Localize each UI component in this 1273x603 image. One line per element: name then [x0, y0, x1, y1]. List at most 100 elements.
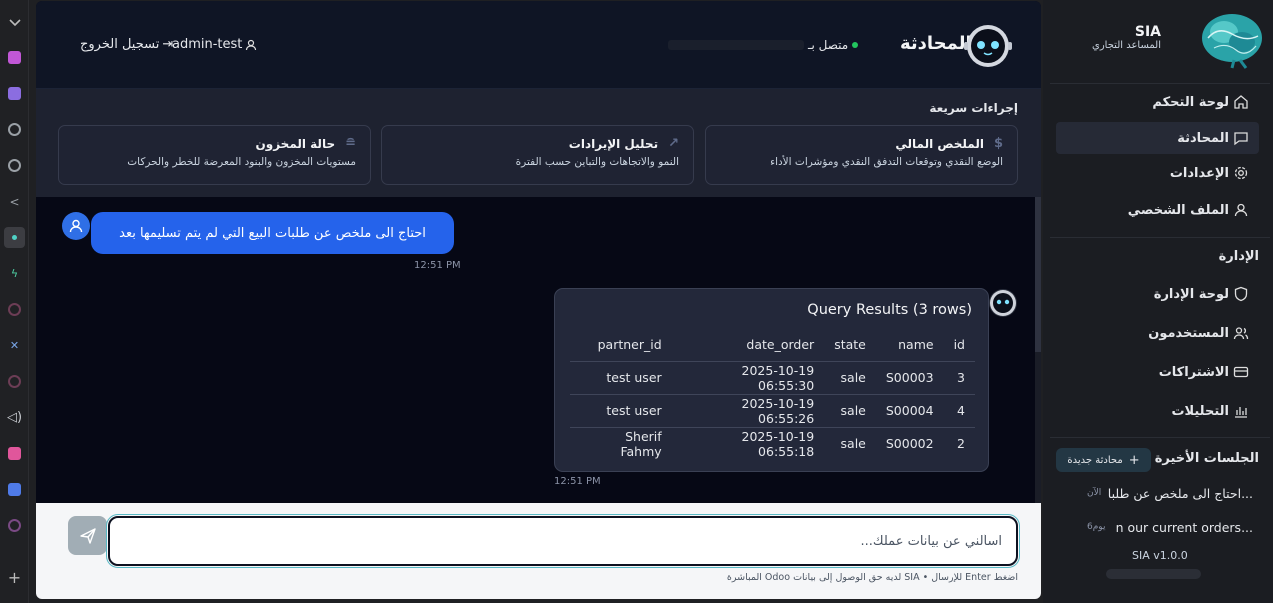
- divider: [1050, 437, 1270, 438]
- table-cell: test user: [570, 361, 672, 395]
- shield-icon: [1233, 286, 1249, 302]
- bar-chart-icon: [1233, 403, 1249, 419]
- sidebar-item-subscriptions[interactable]: الاشتراكات: [1056, 356, 1259, 388]
- scrollbar-thumb[interactable]: [1035, 197, 1041, 352]
- bot-avatar-icon: [989, 289, 1017, 317]
- card-description: النمو والاتجاهات والتباين حسب الفترة: [515, 156, 679, 168]
- dock-app-icon[interactable]: ✕: [4, 335, 25, 356]
- browser-dock: < ϟ ✕ ◁) +: [0, 0, 29, 603]
- card-description: الوضع النقدي وتوقعات التدفق النقدي ومؤشر…: [770, 156, 1003, 168]
- message-list[interactable]: احتاج الى ملخص عن طلبات البيع التي لم يت…: [36, 197, 1041, 503]
- column-header: name: [875, 329, 944, 362]
- new-chat-button[interactable]: محادثة جديدة +: [1056, 448, 1151, 472]
- table-cell: 2025-10-19 06:55:26: [671, 394, 825, 428]
- brand-name: SIA: [1134, 24, 1161, 40]
- send-button[interactable]: [68, 516, 107, 555]
- users-icon: [1233, 325, 1249, 341]
- card-title: الملخص المالي: [895, 136, 984, 151]
- speaker-icon[interactable]: ◁): [4, 407, 25, 428]
- table-cell: S00004: [875, 394, 944, 428]
- dock-app-icon[interactable]: [4, 443, 25, 464]
- table-cell: 2025-10-19 06:55:18: [741, 428, 815, 459]
- table-row: test user 2025-10-19 06:55:30 sale S0000…: [570, 361, 975, 395]
- chat-icon: [1233, 130, 1249, 146]
- session-item[interactable]: n our current orders...: [1116, 520, 1253, 535]
- message-scrollbar[interactable]: [1035, 197, 1041, 503]
- table-cell: 3: [943, 361, 975, 395]
- table-cell: Sherif Fahmy: [620, 428, 662, 459]
- dock-app-icon[interactable]: [4, 299, 25, 320]
- query-results-title: Query Results (3 rows): [807, 302, 972, 318]
- user-menu[interactable]: admin-test: [172, 37, 257, 52]
- brand-subtitle: المساعد التجاري: [1092, 40, 1161, 51]
- table-cell: sale: [840, 436, 866, 452]
- database-icon: ≘: [345, 136, 356, 151]
- composer: اضغط Enter للإرسال • SIA لديه حق الوصول …: [36, 503, 1041, 599]
- redacted-url: [668, 40, 804, 50]
- sidebar-item-label: الملف الشخصي: [1127, 202, 1229, 218]
- plus-icon[interactable]: +: [4, 567, 25, 588]
- user-icon: [1233, 202, 1249, 218]
- chat-app: تسجيل الخروج ⇥ admin-test متصل بـ المحاد…: [36, 1, 1041, 599]
- dock-app-icon[interactable]: [4, 227, 25, 248]
- github-icon[interactable]: [4, 119, 25, 140]
- dock-app-icon[interactable]: [4, 515, 25, 536]
- username: admin-test: [172, 37, 243, 52]
- quick-action-revenue-analysis[interactable]: ↗ تحليل الإيرادات النمو والاتجاهات والتبا…: [381, 125, 694, 185]
- online-dot-icon: [852, 42, 859, 48]
- sidebar-item-analytics[interactable]: التحليلات: [1056, 395, 1259, 427]
- sidebar-item-admin-dashboard[interactable]: لوحة الإدارة: [1056, 278, 1259, 310]
- user-avatar-icon: [62, 212, 90, 240]
- trending-up-icon: ↗: [668, 136, 679, 151]
- brain-logo: [1202, 14, 1262, 69]
- sidebar-item-profile[interactable]: الملف الشخصي: [1056, 194, 1259, 226]
- column-header: state: [824, 329, 876, 362]
- card-icon: [1233, 364, 1249, 380]
- quick-actions: إجراءات سريعة $ الملخص المالي الوضع النقد…: [36, 89, 1041, 197]
- sidebar-item-label: لوحة الإدارة: [1153, 286, 1229, 302]
- dock-app-icon[interactable]: [4, 83, 25, 104]
- share-icon[interactable]: <: [4, 191, 25, 212]
- redacted-footer: [1106, 569, 1201, 579]
- session-item[interactable]: احتاج الى ملخص عن طلبا...: [1108, 486, 1253, 501]
- table-row: Sherif Fahmy 2025-10-19 06:55:18 sale S0…: [570, 427, 975, 460]
- section-title-admin: الإدارة: [1218, 249, 1259, 264]
- sidebar-item-settings[interactable]: الإعدادات: [1056, 157, 1259, 189]
- logout-label: تسجيل الخروج: [80, 37, 160, 52]
- brand: SIA المساعد التجاري: [1092, 24, 1161, 51]
- sidebar-item-users[interactable]: المستخدمون: [1056, 317, 1259, 349]
- session-title: n our current orders...: [1115, 520, 1253, 535]
- table-cell: sale: [824, 361, 876, 395]
- table-cell: 2: [957, 436, 965, 452]
- table-cell: S00002: [885, 436, 934, 452]
- logout-button[interactable]: تسجيل الخروج ⇥: [80, 37, 173, 52]
- bolt-icon[interactable]: ϟ: [4, 263, 25, 284]
- table-cell: 2025-10-19 06:55:30: [671, 361, 825, 395]
- sidebar-item-label: التحليلات: [1171, 403, 1229, 419]
- sidebar-item-chat[interactable]: المحادثة: [1056, 122, 1259, 154]
- connection-label: متصل بـ: [808, 38, 849, 52]
- column-header: date_order: [671, 329, 825, 362]
- divider: [1050, 237, 1270, 238]
- dock-app-icon[interactable]: [4, 371, 25, 392]
- robot-icon: [964, 25, 1012, 67]
- github-icon[interactable]: [4, 155, 25, 176]
- card-description: مستويات المخزون والبنود المعرضة للخطر وا…: [127, 156, 356, 168]
- card-title: تحليل الإيرادات: [568, 136, 659, 151]
- sidebar-item-dashboard[interactable]: لوحة التحكم: [1056, 86, 1259, 118]
- dock-app-icon[interactable]: [4, 479, 25, 500]
- sidebar-item-label: المحادثة: [1177, 130, 1229, 146]
- quick-action-financial-summary[interactable]: $ الملخص المالي الوضع النقدي وتوقعات التد…: [705, 125, 1018, 185]
- new-chat-label: محادثة جديدة: [1067, 454, 1123, 466]
- dock-app-icon[interactable]: [4, 47, 25, 68]
- gear-icon: [1233, 165, 1249, 181]
- sidebar-item-label: الإعدادات: [1169, 165, 1229, 181]
- quick-action-inventory-status[interactable]: ≘ حالة المخزون مستويات المخزون والبنود ال…: [58, 125, 371, 185]
- chevron-down-icon[interactable]: [4, 12, 25, 33]
- message-input[interactable]: [106, 514, 1020, 568]
- section-title-recent: الجلسات الأخيرة: [1154, 451, 1259, 466]
- plus-icon: +: [1128, 452, 1140, 468]
- table-cell: 4: [943, 394, 975, 428]
- session-time: 6يوم: [1087, 522, 1106, 532]
- query-results-card: Query Results (3 rows) partner_id date_o…: [554, 288, 989, 472]
